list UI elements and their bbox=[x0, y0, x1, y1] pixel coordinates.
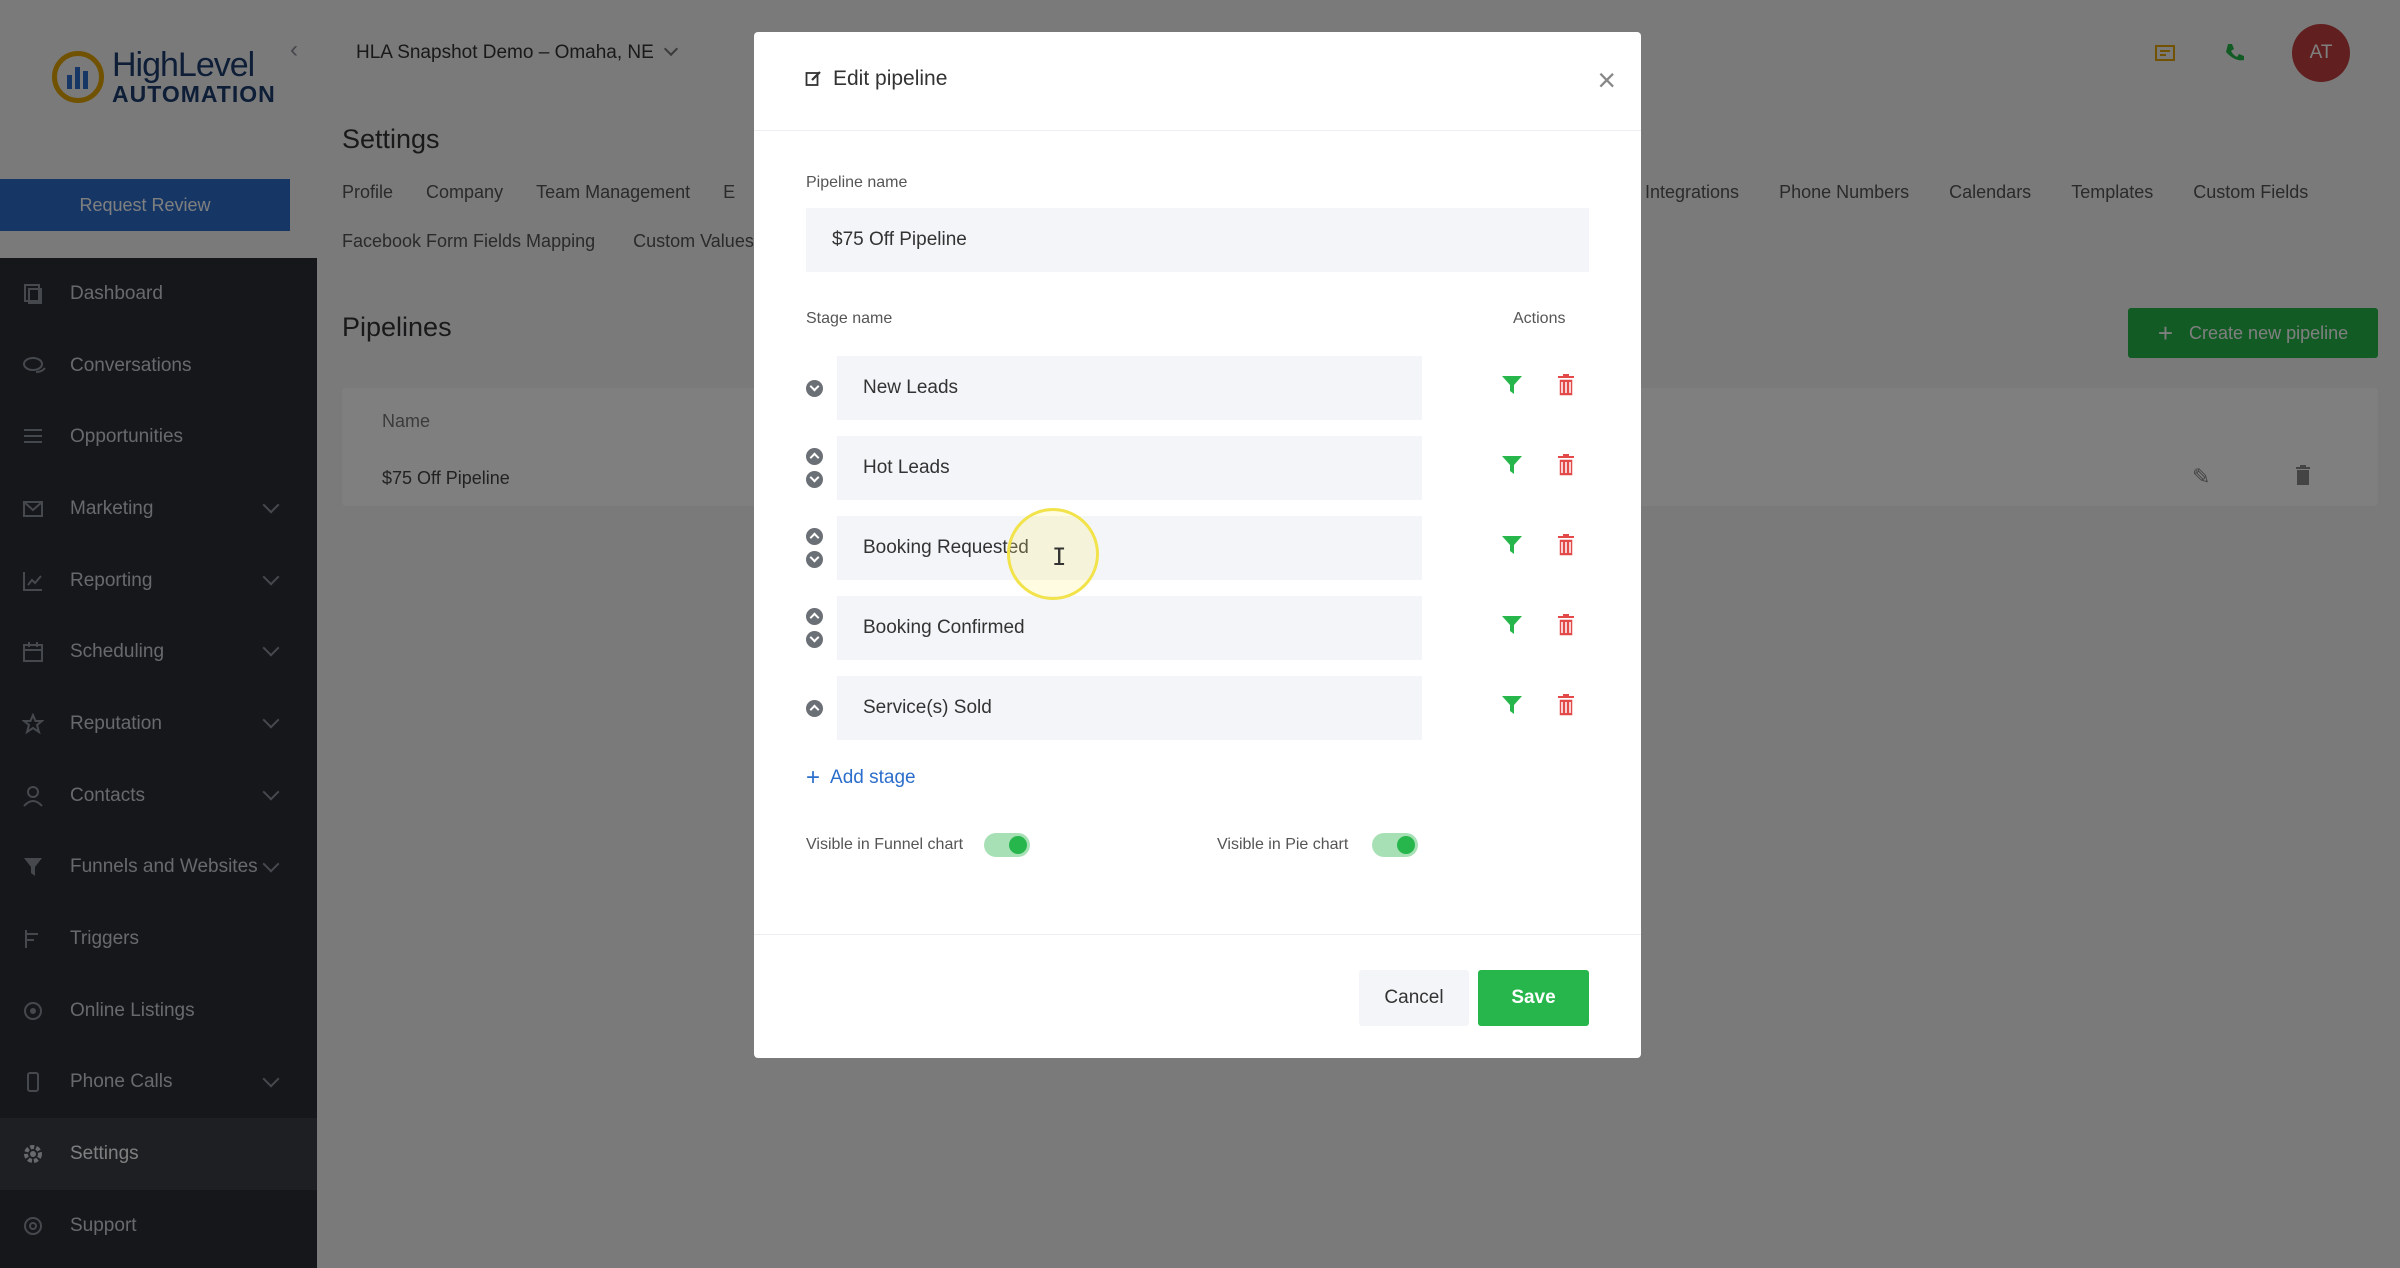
pipeline-name-label: Pipeline name bbox=[806, 174, 908, 191]
filter-icon[interactable] bbox=[1501, 614, 1523, 636]
stage-name-input[interactable] bbox=[837, 676, 1422, 740]
trash-icon[interactable] bbox=[1557, 694, 1575, 716]
filter-icon[interactable] bbox=[1501, 454, 1523, 476]
trash-icon[interactable] bbox=[1557, 374, 1575, 396]
stage-name-input[interactable] bbox=[837, 516, 1422, 580]
text-cursor-icon: I bbox=[1052, 543, 1067, 571]
move-up-icon[interactable] bbox=[806, 448, 823, 465]
stage-row bbox=[754, 356, 1641, 420]
cancel-button[interactable]: Cancel bbox=[1359, 970, 1469, 1026]
pipeline-name-input[interactable] bbox=[806, 208, 1589, 272]
stage-row bbox=[754, 596, 1641, 660]
filter-icon[interactable] bbox=[1501, 694, 1523, 716]
funnel-chart-toggle[interactable] bbox=[984, 833, 1030, 857]
trash-icon[interactable] bbox=[1557, 454, 1575, 476]
modal-title: Edit pipeline bbox=[833, 67, 948, 90]
move-up-icon[interactable] bbox=[806, 528, 823, 545]
move-down-icon[interactable] bbox=[806, 380, 823, 397]
modal-header: Edit pipeline × bbox=[754, 32, 1641, 131]
move-down-icon[interactable] bbox=[806, 631, 823, 648]
move-down-icon[interactable] bbox=[806, 551, 823, 568]
trash-icon[interactable] bbox=[1557, 534, 1575, 556]
trash-icon[interactable] bbox=[1557, 614, 1575, 636]
move-up-icon[interactable] bbox=[806, 700, 823, 717]
move-down-icon[interactable] bbox=[806, 471, 823, 488]
actions-label: Actions bbox=[1513, 310, 1566, 327]
stage-row bbox=[754, 676, 1641, 740]
stage-name-input[interactable] bbox=[837, 356, 1422, 420]
filter-icon[interactable] bbox=[1501, 374, 1523, 396]
stage-name-label: Stage name bbox=[806, 310, 893, 327]
filter-icon[interactable] bbox=[1501, 534, 1523, 556]
plus-icon: + bbox=[806, 764, 821, 791]
close-icon[interactable]: × bbox=[1597, 64, 1616, 96]
pie-toggle-label: Visible in Pie chart bbox=[1217, 836, 1349, 853]
edit-pipeline-modal: Edit pipeline × Pipeline name Stage name… bbox=[754, 32, 1641, 1058]
stage-name-input[interactable] bbox=[837, 596, 1422, 660]
stage-name-input[interactable] bbox=[837, 436, 1422, 500]
stage-row bbox=[754, 516, 1641, 580]
modal-footer-divider bbox=[754, 934, 1641, 935]
funnel-toggle-label: Visible in Funnel chart bbox=[806, 836, 964, 853]
save-button[interactable]: Save bbox=[1478, 970, 1589, 1026]
edit-icon bbox=[805, 71, 821, 86]
move-up-icon[interactable] bbox=[806, 608, 823, 625]
add-stage-button[interactable]: + Add stage bbox=[806, 762, 916, 791]
pie-chart-toggle[interactable] bbox=[1372, 833, 1418, 857]
add-stage-label: Add stage bbox=[830, 767, 916, 788]
stage-row bbox=[754, 436, 1641, 500]
